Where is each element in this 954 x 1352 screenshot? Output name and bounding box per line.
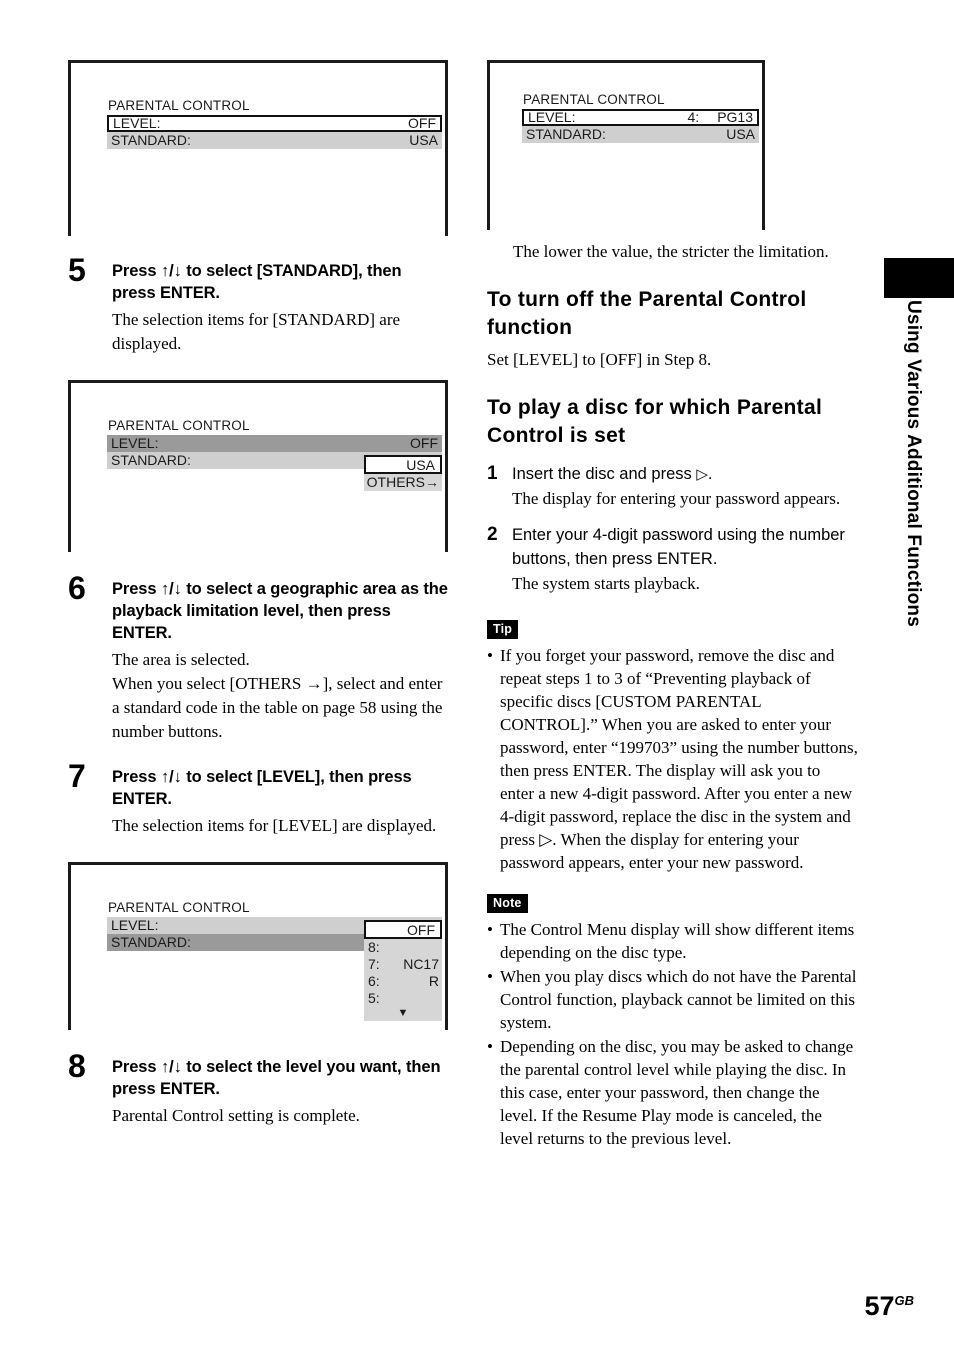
osd-dropdown-item-number: 8: [368, 939, 380, 955]
play-button-icon: ▷ [696, 465, 708, 483]
tip-badge: Tip [487, 620, 519, 639]
step-heading-tail: . [707, 465, 713, 483]
osd-row-value: OFF [410, 435, 438, 451]
list-item: If you forget your password, remove the … [487, 644, 858, 874]
list-item: Depending on the disc, you may be asked … [487, 1035, 858, 1150]
step-body: The selection items for [LEVEL] are disp… [112, 816, 437, 835]
chapter-tab-label: Using Various Additional Functions [903, 300, 924, 627]
osd-dropdown-item-label: R [428, 973, 439, 989]
osd-dropdown-item[interactable]: 8: [364, 939, 442, 956]
step-heading-text: Insert the disc and press [512, 465, 697, 483]
osd-row-standard: STANDARD: USA [107, 132, 442, 149]
scroll-down-arrow-icon[interactable]: ▼ [364, 1007, 442, 1021]
osd-dropdown-item[interactable]: 5: [364, 990, 442, 1007]
osd-row-value: USA [726, 126, 755, 142]
step-7: 7 Press ↑/↓ to select [LEVEL], then pres… [68, 760, 448, 838]
thumb-tab-marker [884, 258, 954, 298]
step-body: The system starts playback. [512, 574, 700, 593]
step-8: 8 Press ↑/↓ to select the level you want… [68, 1050, 448, 1128]
osd-dropdown-item-number: 5: [368, 990, 380, 1006]
osd-dropdown-standard[interactable]: USA OTHERS→ [364, 455, 442, 491]
step-body: The display for entering your password a… [512, 489, 841, 508]
list-item: When you play discs which do not have th… [487, 965, 858, 1034]
osd-row-label: STANDARD: [526, 126, 606, 142]
osd-row-label: STANDARD: [111, 452, 191, 468]
osd-row-value: OFF [408, 115, 436, 131]
osd-dropdown-item[interactable]: 7: NC17 [364, 956, 442, 973]
osd-panel: PARENTAL CONTROL LEVEL: OFF STANDARD: US… [107, 97, 442, 149]
step-6: 6 Press ↑/↓ to select a geographic area … [68, 572, 448, 744]
osd-panel: PARENTAL CONTROL LEVEL: OFF STANDARD: [107, 899, 442, 1021]
note-list: The Control Menu display will show diffe… [487, 918, 858, 1150]
osd-title: PARENTAL CONTROL [108, 900, 250, 915]
osd-dropdown-selected[interactable]: OFF [364, 920, 442, 939]
intro-paragraph: The lower the value, the stricter the li… [513, 242, 829, 261]
tv-screen-figure-1: PARENTAL CONTROL LEVEL: OFF STANDARD: US… [68, 60, 448, 236]
page-number-value: 57 [864, 1291, 895, 1321]
osd-row-label: STANDARD: [111, 132, 191, 148]
osd-row-label: LEVEL: [111, 917, 159, 933]
step-number: 7 [68, 758, 86, 794]
osd-row-level: LEVEL: 4: PG13 [522, 109, 759, 126]
osd-dropdown-item[interactable]: 6: R [364, 973, 442, 990]
step-number: 2 [487, 524, 498, 545]
step-heading: Enter your 4-digit password using the nu… [512, 526, 845, 568]
osd-row-level: LEVEL: OFF [107, 435, 442, 452]
tv-screen-figure-4: PARENTAL CONTROL LEVEL: 4: PG13 STANDARD… [487, 60, 765, 230]
page-number: 57GB [864, 1287, 914, 1320]
left-column: PARENTAL CONTROL LEVEL: OFF STANDARD: US… [68, 60, 448, 1128]
list-item: The Control Menu display will show diffe… [487, 918, 858, 964]
step-heading: Insert the disc and press ▷. [512, 462, 858, 486]
step-heading: Press ↑/↓ to select [STANDARD], then pre… [112, 262, 402, 302]
osd-dropdown-item-number: 6: [368, 973, 380, 989]
osd-dropdown-item-number: 7: [368, 956, 380, 972]
note-label-wrap: Note [487, 894, 858, 913]
tip-list: If you forget your password, remove the … [487, 644, 858, 874]
step-number: 1 [487, 463, 498, 484]
osd-dropdown-level[interactable]: OFF 8: 7: NC17 6: R 5: ▼ [364, 920, 442, 1021]
osd-row-label: LEVEL: [528, 109, 576, 125]
step-5: 5 Press ↑/↓ to select [STANDARD], then p… [68, 254, 448, 356]
osd-dropdown-item-label: OTHERS→ [366, 474, 439, 490]
step-number: 6 [68, 570, 86, 606]
osd-title: PARENTAL CONTROL [108, 418, 250, 433]
step-number: 8 [68, 1048, 86, 1084]
step-body: The area is selected. [112, 650, 250, 669]
osd-row-label: STANDARD: [111, 934, 191, 950]
step-heading: Press ↑/↓ to select the level you want, … [112, 1058, 441, 1098]
right-column: PARENTAL CONTROL LEVEL: 4: PG13 STANDARD… [487, 60, 858, 1151]
osd-row-level: LEVEL: OFF [107, 115, 442, 132]
osd-title: PARENTAL CONTROL [523, 92, 665, 107]
osd-row-value: PG13 [717, 109, 753, 125]
step-body: The selection items for [STANDARD] are d… [112, 310, 401, 353]
step-body: Parental Control setting is complete. [112, 1106, 360, 1125]
tv-screen-figure-3: PARENTAL CONTROL LEVEL: OFF STANDARD: [68, 862, 448, 1030]
osd-title: PARENTAL CONTROL [108, 98, 250, 113]
play-step-1: 1 Insert the disc and press ▷. The displ… [487, 462, 858, 511]
osd-row-value: USA [409, 132, 438, 148]
step-heading: Press ↑/↓ to select a geographic area as… [112, 580, 448, 642]
section-heading-turn-off: To turn off the Parental Control functio… [487, 288, 807, 339]
osd-row-label: LEVEL: [113, 115, 161, 131]
osd-dropdown-item-label: NC17 [403, 956, 439, 972]
tip-label-wrap: Tip [487, 620, 858, 639]
osd-row-label: LEVEL: [111, 435, 159, 451]
tv-screen-figure-2: PARENTAL CONTROL LEVEL: OFF STANDARD: US… [68, 380, 448, 552]
section-heading-play-disc: To play a disc for which Parental Contro… [487, 396, 823, 447]
step-heading: Press ↑/↓ to select [LEVEL], then press … [112, 768, 412, 808]
osd-panel: PARENTAL CONTROL LEVEL: 4: PG13 STANDARD… [522, 91, 759, 143]
play-step-2: 2 Enter your 4-digit password using the … [487, 523, 858, 596]
manual-page: PARENTAL CONTROL LEVEL: OFF STANDARD: US… [0, 0, 954, 1352]
osd-row-standard: STANDARD: USA [522, 126, 759, 143]
osd-dropdown-selected[interactable]: USA [364, 455, 442, 474]
osd-dropdown-item[interactable]: OTHERS→ [364, 474, 442, 491]
section1-body: Set [LEVEL] to [OFF] in Step 8. [487, 350, 712, 369]
page-number-suffix: GB [894, 1293, 915, 1308]
note-badge: Note [487, 894, 528, 913]
osd-row-mid: 4: [687, 109, 700, 125]
osd-panel: PARENTAL CONTROL LEVEL: OFF STANDARD: US… [107, 417, 442, 491]
step-body-secondary: When you select [OTHERS →], select and e… [112, 674, 443, 741]
step-number: 5 [68, 252, 86, 288]
